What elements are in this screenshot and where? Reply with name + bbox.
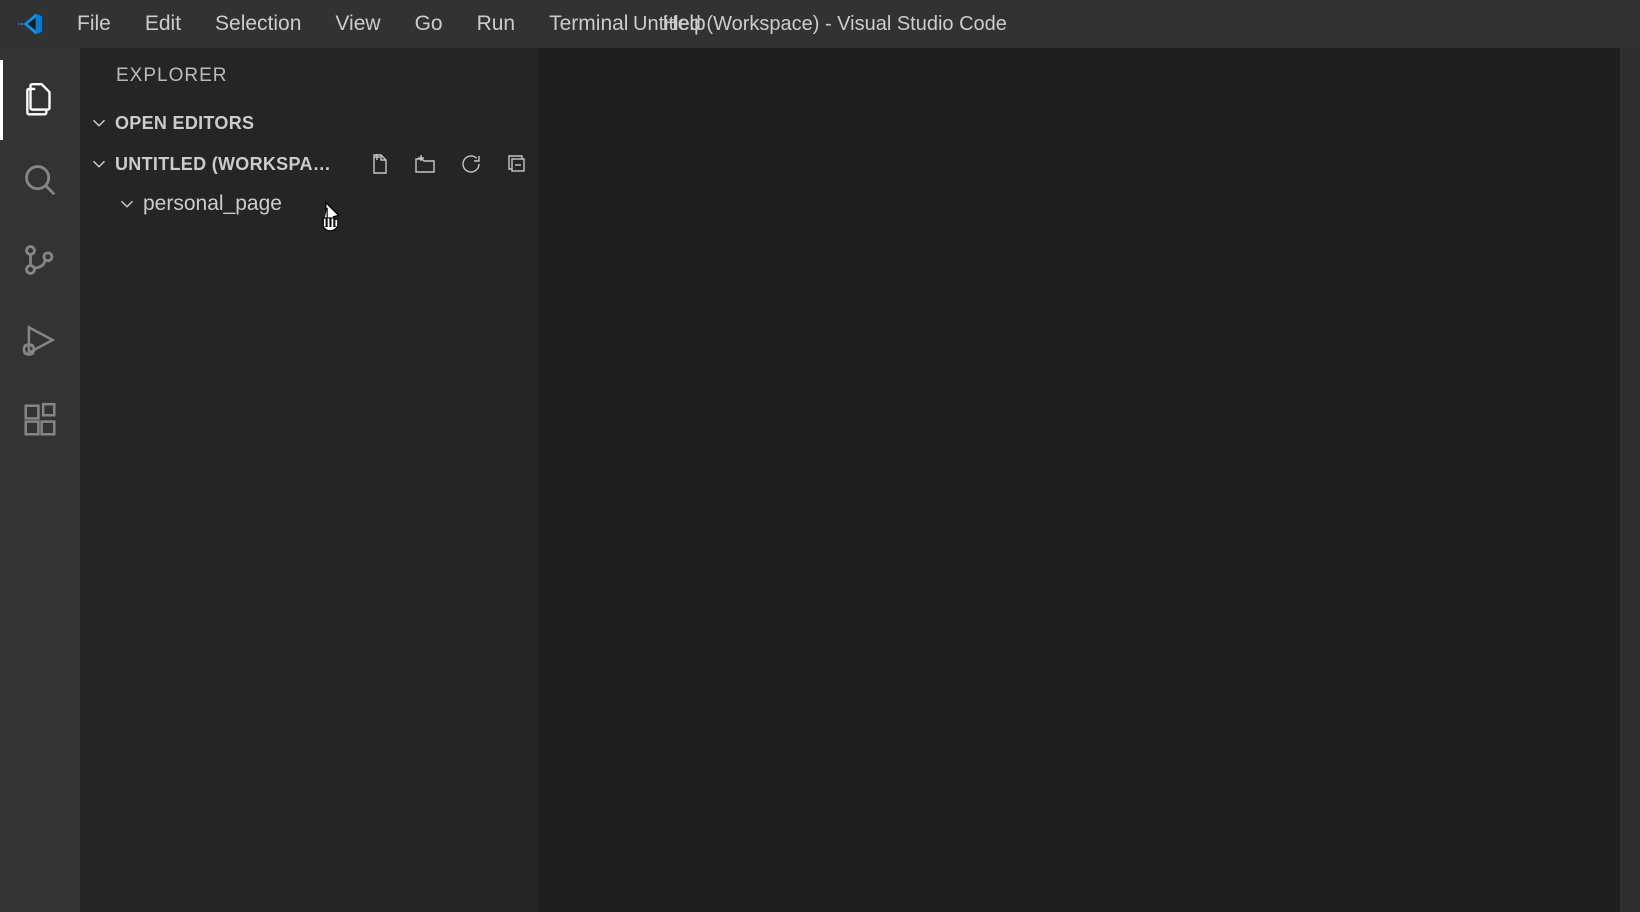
menu-go[interactable]: Go <box>398 0 460 48</box>
chevron-down-icon <box>88 153 110 175</box>
sidebar-title: EXPLORER <box>80 48 538 103</box>
open-editors-section[interactable]: OPEN EDITORS <box>80 103 538 143</box>
activity-explorer[interactable] <box>0 60 80 140</box>
editor-area[interactable] <box>538 48 1620 912</box>
menu-terminal[interactable]: Terminal <box>532 0 645 48</box>
activity-source-control[interactable] <box>0 220 80 300</box>
workspace-section[interactable]: UNTITLED (WORKSPA… <box>80 143 538 185</box>
menu-run[interactable]: Run <box>460 0 533 48</box>
menu-view[interactable]: View <box>318 0 397 48</box>
folder-label: personal_page <box>143 192 282 216</box>
chevron-down-icon <box>116 193 138 215</box>
activity-bar <box>0 48 80 912</box>
activity-run-debug[interactable] <box>0 300 80 380</box>
collapse-all-button[interactable] <box>504 151 530 177</box>
chevron-down-icon <box>88 112 110 134</box>
refresh-button[interactable] <box>458 151 484 177</box>
explorer-sidebar: EXPLORER OPEN EDITORS UNTITLED (WORKSPA… <box>80 48 538 912</box>
activity-search[interactable] <box>0 140 80 220</box>
new-file-button[interactable] <box>366 151 392 177</box>
vscode-logo-icon <box>10 4 50 44</box>
menu-file[interactable]: File <box>60 0 128 48</box>
activity-extensions[interactable] <box>0 380 80 460</box>
folder-personal-page[interactable]: personal_page <box>80 185 538 223</box>
new-folder-button[interactable] <box>412 151 438 177</box>
open-editors-label: OPEN EDITORS <box>115 113 254 134</box>
workspace-label: UNTITLED (WORKSPA… <box>115 154 331 175</box>
workspace-actions <box>366 151 530 177</box>
menu-edit[interactable]: Edit <box>128 0 198 48</box>
menu-help[interactable]: Help <box>645 0 722 48</box>
titlebar: File Edit Selection View Go Run Terminal… <box>0 0 1640 48</box>
menu-selection[interactable]: Selection <box>198 0 318 48</box>
vertical-scrollbar[interactable] <box>1620 48 1640 912</box>
menu-bar: File Edit Selection View Go Run Terminal… <box>60 0 723 48</box>
